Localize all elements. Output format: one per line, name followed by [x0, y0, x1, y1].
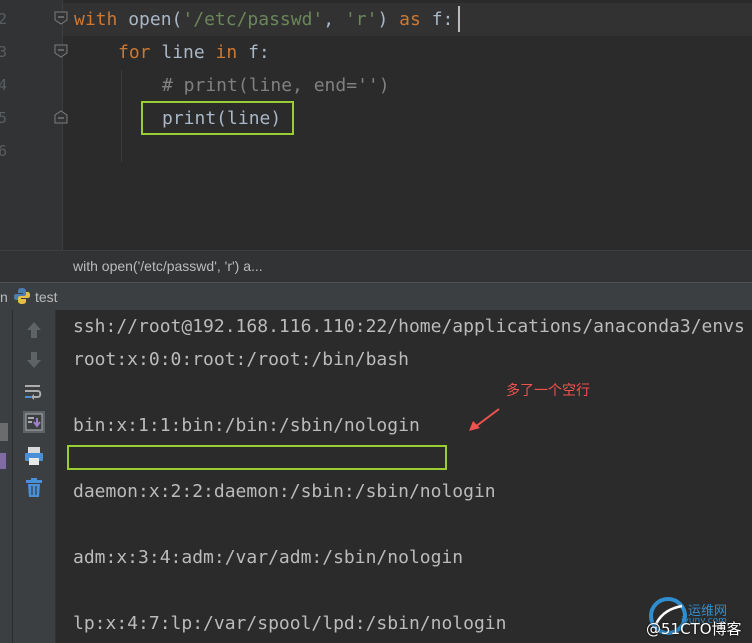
- line-number: 5: [0, 109, 8, 127]
- fold-collapse-icon[interactable]: [54, 44, 68, 58]
- code-var-f: f:: [420, 9, 454, 30]
- keyword-in: in: [215, 42, 238, 63]
- code-line-comment[interactable]: # print(line, end=''): [162, 69, 390, 102]
- breadcrumb[interactable]: with open('/etc/passwd', 'r') a...: [0, 250, 752, 283]
- line-number: 3: [0, 43, 8, 61]
- string-path: '/etc/passwd': [182, 9, 324, 30]
- python-file-icon: [14, 288, 30, 304]
- down-arrow-icon[interactable]: [22, 348, 46, 372]
- console-line: ssh://root@192.168.116.110:22/home/appli…: [73, 316, 745, 337]
- annotation-text: 多了一个空行: [506, 383, 590, 399]
- annotation-arrow-icon: [469, 408, 500, 431]
- code-comma: ,: [323, 9, 345, 30]
- code-open-call: open(: [117, 9, 183, 30]
- string-mode: 'r': [344, 9, 378, 30]
- print-icon[interactable]: [22, 444, 46, 468]
- watermark-blog: @51CTO博客: [646, 620, 742, 638]
- trash-icon[interactable]: [22, 476, 46, 500]
- keyword-as: as: [399, 9, 421, 30]
- scroll-to-end-icon[interactable]: [22, 410, 46, 434]
- side-strip-icon[interactable]: [0, 453, 6, 469]
- side-strip-icon[interactable]: [0, 423, 8, 441]
- console-line: root:x:0:0:root:/root:/bin/bash: [73, 349, 409, 370]
- console-line: lp:x:4:7:lp:/var/spool/lpd:/sbin/nologin: [73, 613, 507, 634]
- code-close-paren: ): [377, 9, 400, 30]
- run-tool-window-header: n test: [0, 282, 752, 312]
- fold-collapse-icon[interactable]: [54, 11, 68, 25]
- console-line: daemon:x:2:2:daemon:/sbin:/sbin/nologin: [73, 481, 496, 502]
- text-caret: [458, 6, 460, 32]
- side-tool-strip: [0, 310, 13, 643]
- code-var-line: line: [150, 42, 216, 63]
- console-line: bin:x:1:1:bin:/bin:/sbin/nologin: [73, 415, 420, 436]
- indent-guide: [121, 70, 122, 162]
- code-line-for[interactable]: for line in f:: [118, 36, 270, 69]
- keyword-for: for: [118, 42, 151, 63]
- up-arrow-icon[interactable]: [22, 318, 46, 342]
- run-label-prefix: n: [0, 289, 8, 305]
- soft-wrap-icon[interactable]: [22, 380, 46, 404]
- highlight-box-empty-line: [67, 445, 447, 470]
- code-iter-f: f:: [237, 42, 270, 63]
- console-line: adm:x:3:4:adm:/var/adm:/sbin/nologin: [73, 547, 464, 568]
- breadcrumb-label[interactable]: with open('/etc/passwd', 'r') a...: [73, 258, 263, 274]
- keyword-with: with: [74, 9, 118, 30]
- code-line-with[interactable]: with open('/etc/passwd', 'r') as f:: [74, 3, 453, 36]
- line-number: 4: [0, 76, 8, 94]
- line-number: 6: [0, 142, 8, 160]
- fold-end-icon[interactable]: [54, 110, 68, 124]
- code-editor[interactable]: 2 3 4 5 6 with open('/etc/passwd', 'r') …: [0, 0, 752, 250]
- line-number: 2: [0, 10, 8, 28]
- run-tab-test[interactable]: test: [35, 289, 58, 305]
- highlight-box-print: [141, 101, 294, 135]
- editor-gutter: 2 3 4 5 6: [0, 0, 68, 250]
